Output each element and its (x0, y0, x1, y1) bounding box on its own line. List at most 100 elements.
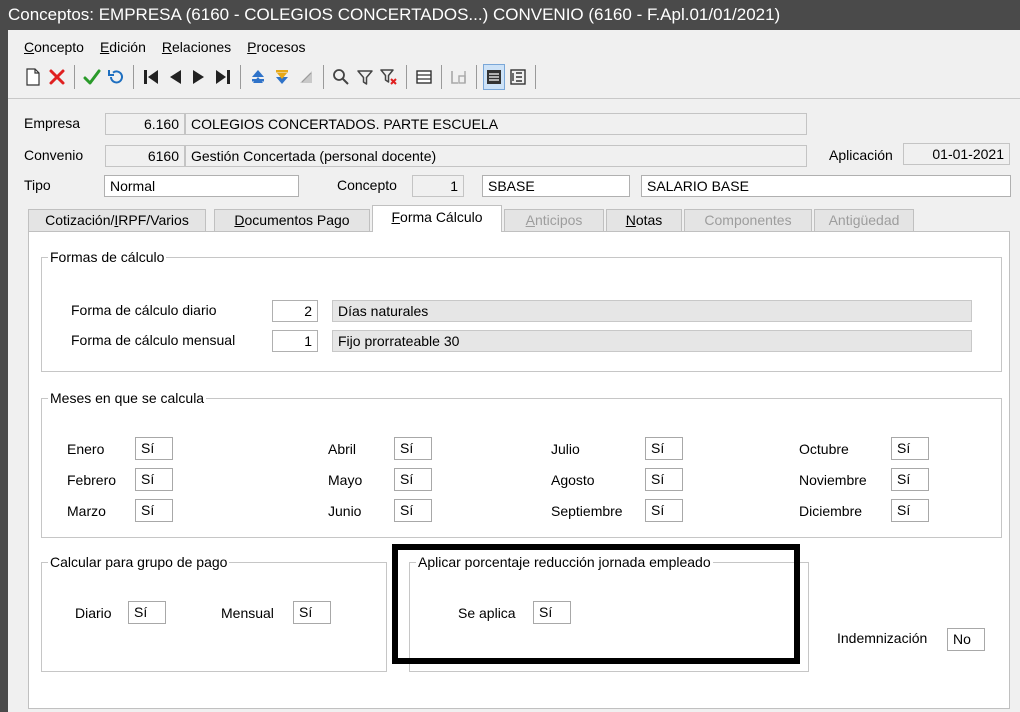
form-view-icon[interactable] (483, 64, 505, 90)
tab-notas[interactable]: Notas (606, 209, 682, 231)
toolbar-divider (8, 98, 1020, 99)
month-label-febrero: Febrero (67, 472, 117, 488)
month-label-julio: Julio (551, 441, 580, 457)
month-field-febrero[interactable]: Sí (135, 468, 173, 491)
toolbar-separator (441, 65, 442, 89)
undo-icon[interactable] (105, 64, 127, 90)
month-field-abril[interactable]: Sí (394, 437, 432, 460)
month-field-octubre[interactable]: Sí (891, 437, 929, 460)
concepto-number-field[interactable]: 1 (412, 175, 464, 197)
toolbar (22, 62, 542, 92)
clear-filter-icon[interactable] (378, 64, 400, 90)
concepto-code-field[interactable]: SBASE (482, 175, 630, 197)
month-field-enero[interactable]: Sí (135, 437, 173, 460)
next-record-icon[interactable] (188, 64, 210, 90)
window-title: Conceptos: EMPRESA (6160 - COLEGIOS CONC… (0, 0, 1020, 30)
meses-title: Meses en que se calcula (48, 388, 207, 408)
checkmark-icon[interactable] (81, 64, 103, 90)
indemnizacion-field[interactable]: No (947, 628, 985, 651)
toolbar-separator (240, 65, 241, 89)
clear-sort-icon[interactable] (295, 64, 317, 90)
toolbar-separator (74, 65, 75, 89)
month-field-diciembre[interactable]: Sí (891, 499, 929, 522)
menu-concepto[interactable]: Concepto (8, 36, 92, 58)
month-label-octubre: Octubre (799, 441, 849, 457)
reduccion-jornada-group: Aplicar porcentaje reducción jornada emp… (409, 552, 809, 672)
month-field-noviembre[interactable]: Sí (891, 468, 929, 491)
tab-documentos-pago[interactable]: Documentos Pago (214, 209, 370, 231)
menu-bar: Concepto Edición Relaciones Procesos (8, 36, 314, 58)
aplicacion-date-field[interactable]: 01-01-2021 (903, 143, 1010, 165)
menu-edicion[interactable]: Edición (92, 36, 154, 58)
first-record-icon[interactable] (140, 64, 162, 90)
forma-diario-field[interactable]: 2 (272, 300, 318, 322)
forma-diario-label: Forma de cálculo diario (71, 302, 217, 318)
month-field-septiembre[interactable]: Sí (645, 499, 683, 522)
search-icon[interactable] (330, 64, 352, 90)
last-record-icon[interactable] (212, 64, 234, 90)
delete-x-icon[interactable] (46, 64, 68, 90)
meses-group: Meses en que se calcula Enero Sí Febrero… (41, 388, 1002, 538)
month-field-marzo[interactable]: Sí (135, 499, 173, 522)
grupo-mensual-field[interactable]: Sí (293, 601, 331, 624)
month-field-agosto[interactable]: Sí (645, 468, 683, 491)
month-label-mayo: Mayo (328, 472, 363, 488)
aplicacion-label: Aplicación (829, 147, 893, 163)
filter-icon[interactable] (354, 64, 376, 90)
forma-mensual-label: Forma de cálculo mensual (71, 332, 236, 348)
grupo-diario-field[interactable]: Sí (128, 601, 166, 624)
sort-descending-icon[interactable] (271, 64, 293, 90)
month-field-mayo[interactable]: Sí (394, 468, 432, 491)
month-label-enero: Enero (67, 441, 105, 457)
month-label-agosto: Agosto (551, 472, 595, 488)
menu-procesos[interactable]: Procesos (239, 36, 313, 58)
ld-icon[interactable] (448, 64, 470, 90)
tab-antiguedad[interactable]: Antigüedad (814, 209, 914, 231)
month-label-diciembre: Diciembre (799, 503, 863, 519)
forma-mensual-field[interactable]: 1 (272, 330, 318, 352)
forma-diario-description: Días naturales (332, 300, 972, 322)
menu-relaciones[interactable]: Relaciones (154, 36, 239, 58)
new-document-icon[interactable] (22, 64, 44, 90)
month-label-abril: Abril (328, 441, 357, 457)
month-label-marzo: Marzo (67, 503, 106, 519)
toolbar-separator (133, 65, 134, 89)
tab-componentes[interactable]: Componentes (684, 209, 812, 231)
convenio-label: Convenio (24, 147, 84, 163)
month-label-noviembre: Noviembre (799, 472, 867, 488)
tipo-field[interactable]: Normal (104, 175, 299, 197)
grupo-pago-group: Calcular para grupo de pago Diario Sí Me… (41, 552, 387, 672)
sort-ascending-icon[interactable] (247, 64, 269, 90)
se-aplica-label: Se aplica (458, 605, 516, 621)
concepto-description-field[interactable]: SALARIO BASE (641, 175, 1011, 197)
tab-cotizacion[interactable]: Cotización/IRPF/Varios (28, 209, 206, 231)
detail-view-icon[interactable] (507, 64, 529, 90)
se-aplica-field[interactable]: Sí (533, 601, 571, 624)
toolbar-separator (476, 65, 477, 89)
month-field-junio[interactable]: Sí (394, 499, 432, 522)
grupo-diario-label: Diario (75, 605, 112, 621)
month-label-septiembre: Septiembre (551, 503, 623, 519)
month-label-junio: Junio (328, 503, 362, 519)
month-field-julio[interactable]: Sí (645, 437, 683, 460)
forma-calculo-panel: Formas de cálculo Forma de cálculo diari… (28, 231, 1010, 709)
empresa-name-field[interactable]: COLEGIOS CONCERTADOS. PARTE ESCUELA (185, 113, 807, 135)
grid-view-icon[interactable] (413, 64, 435, 90)
convenio-name-field[interactable]: Gestión Concertada (personal docente) (185, 145, 807, 167)
concepto-label: Concepto (337, 177, 397, 193)
convenio-code-field[interactable]: 6160 (105, 145, 185, 167)
previous-record-icon[interactable] (164, 64, 186, 90)
formas-calculo-group: Formas de cálculo Forma de cálculo diari… (41, 247, 1002, 372)
reduccion-jornada-title: Aplicar porcentaje reducción jornada emp… (416, 552, 713, 572)
formas-calculo-title: Formas de cálculo (48, 247, 167, 267)
tab-forma-calculo[interactable]: Forma Cálculo (372, 205, 502, 232)
grupo-pago-title: Calcular para grupo de pago (48, 552, 230, 572)
empresa-label: Empresa (24, 115, 81, 131)
toolbar-separator (535, 65, 536, 89)
tipo-label: Tipo (24, 177, 51, 193)
toolbar-separator (323, 65, 324, 89)
tab-anticipos[interactable]: Anticipos (504, 209, 604, 231)
concepts-window: Concepto Edición Relaciones Procesos Emp… (8, 30, 1020, 712)
empresa-code-field[interactable]: 6.160 (105, 113, 185, 135)
grupo-mensual-label: Mensual (221, 605, 274, 621)
